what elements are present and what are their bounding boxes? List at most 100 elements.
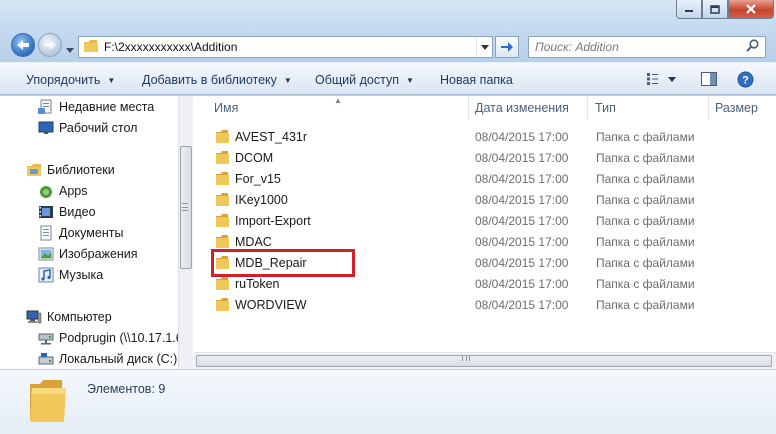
scrollbar-grip	[182, 203, 188, 211]
chevron-down-icon: ▼	[283, 75, 292, 85]
new-folder-button[interactable]: Новая папка	[440, 73, 513, 87]
table-row[interactable]: Import-Export 08/04/2015 17:00 Папка с ф…	[194, 211, 776, 232]
file-type: Папка с файлами	[596, 214, 695, 228]
nav-item-video[interactable]: Видео	[38, 202, 96, 222]
address-dropdown-button[interactable]	[476, 37, 492, 57]
chevron-down-icon: ▼	[405, 75, 414, 85]
table-row[interactable]: WORDVIEW 08/04/2015 17:00 Папка с файлам…	[194, 295, 776, 316]
chevron-down-icon: ▼	[107, 75, 116, 85]
nav-item-computer[interactable]: Компьютер	[26, 307, 112, 327]
table-row[interactable]: For_v15 08/04/2015 17:00 Папка с файлами	[194, 169, 776, 190]
nav-label: Документы	[59, 226, 124, 240]
organize-menu[interactable]: Упорядочить ▼	[26, 73, 115, 87]
preview-pane-button[interactable]	[699, 70, 719, 88]
scrollbar-thumb[interactable]	[196, 355, 772, 367]
table-row[interactable]: AVEST_431r 08/04/2015 17:00 Папка с файл…	[194, 127, 776, 148]
command-bar: Упорядочить ▼ Добавить в библиотеку ▼ Общи…	[0, 62, 776, 95]
address-path[interactable]: F:\2xxxxxxxxxxx\Addition	[104, 40, 237, 54]
add-to-library-menu[interactable]: Добавить в библиотеку ▼	[142, 73, 292, 87]
nav-label: Библиотеки	[47, 163, 115, 177]
view-list-icon	[647, 73, 658, 85]
folder-icon	[216, 151, 230, 168]
file-date: 08/04/2015 17:00	[475, 151, 569, 165]
file-type: Папка с файлами	[596, 256, 695, 270]
preview-pane-icon	[701, 72, 717, 86]
navigation-row: F:\2xxxxxxxxxxx\Addition	[0, 28, 776, 62]
address-bar[interactable]: F:\2xxxxxxxxxxx\Addition	[78, 36, 493, 58]
scrollbar-grip	[462, 356, 470, 361]
help-button[interactable]: ?	[735, 70, 755, 88]
nav-label: Недавние места	[59, 100, 155, 114]
nav-label: Видео	[59, 205, 96, 219]
nav-label: Компьютер	[47, 310, 112, 324]
video-icon	[38, 204, 54, 220]
file-date: 08/04/2015 17:00	[475, 172, 569, 186]
table-row[interactable]: DCOM 08/04/2015 17:00 Папка с файлами	[194, 148, 776, 169]
nav-label: Изображения	[59, 247, 138, 261]
nav-label: Podprugin (\\10.17.1.6	[59, 331, 178, 345]
sort-ascending-icon: ▲	[334, 96, 342, 105]
maximize-button[interactable]	[702, 0, 728, 19]
nav-item-documents[interactable]: Документы	[38, 223, 123, 243]
recent-pages-dropdown[interactable]	[66, 42, 74, 56]
back-button[interactable]	[11, 33, 35, 57]
libraries-icon	[26, 162, 42, 178]
folder-icon	[216, 214, 230, 231]
column-date-label: Дата изменения	[475, 101, 569, 115]
horizontal-scrollbar[interactable]	[194, 352, 776, 369]
column-divider[interactable]	[468, 96, 469, 120]
column-header-type[interactable]: Тип	[595, 96, 616, 120]
file-date: 08/04/2015 17:00	[475, 256, 569, 270]
view-options-dropdown[interactable]	[666, 70, 678, 88]
file-type: Папка с файлами	[596, 172, 695, 186]
table-row[interactable]: ruToken 08/04/2015 17:00 Папка с файлами	[194, 274, 776, 295]
navigation-scrollbar[interactable]	[178, 96, 193, 369]
main-area: Недавние места Рабочий стол Библиотеки A…	[0, 96, 776, 369]
organize-label: Упорядочить	[26, 73, 101, 87]
search-input[interactable]	[529, 40, 739, 54]
column-header-name[interactable]: Имя	[214, 96, 238, 120]
nav-item-network-drive[interactable]: Podprugin (\\10.17.1.6	[38, 328, 178, 348]
nav-item-apps[interactable]: Apps	[38, 181, 88, 201]
nav-label: Apps	[59, 184, 88, 198]
music-icon	[38, 267, 54, 283]
column-header-date[interactable]: Дата изменения	[475, 96, 569, 120]
nav-item-desktop[interactable]: Рабочий стол	[38, 118, 137, 138]
window-controls	[676, 0, 774, 20]
view-options-button[interactable]	[645, 70, 665, 88]
nav-item-music[interactable]: Музыка	[38, 265, 103, 285]
close-icon	[746, 4, 756, 14]
search-box[interactable]	[528, 36, 766, 58]
file-date: 08/04/2015 17:00	[475, 298, 569, 312]
nav-item-libraries[interactable]: Библиотеки	[26, 160, 115, 180]
file-date: 08/04/2015 17:00	[475, 214, 569, 228]
refresh-button[interactable]	[495, 36, 519, 58]
item-count: Элементов: 9	[87, 382, 166, 396]
forward-button[interactable]	[38, 33, 62, 57]
folder-icon	[216, 277, 230, 294]
column-header-size[interactable]: Размер	[715, 96, 758, 120]
add-to-library-label: Добавить в библиотеку	[142, 73, 277, 87]
close-button[interactable]	[728, 0, 774, 19]
maximize-icon	[710, 4, 720, 14]
column-divider[interactable]	[708, 96, 709, 120]
back-arrow-icon	[17, 40, 29, 50]
file-type: Папка с файлами	[596, 298, 695, 312]
table-row[interactable]: IKey1000 08/04/2015 17:00 Папка с файлам…	[194, 190, 776, 211]
chevron-down-icon	[668, 76, 676, 82]
nav-item-recent-places[interactable]: Недавние места	[38, 97, 154, 117]
search-icon[interactable]	[746, 39, 759, 55]
documents-icon	[38, 225, 54, 241]
column-divider[interactable]	[587, 96, 588, 120]
folder-icon	[216, 298, 230, 315]
nav-item-pictures[interactable]: Изображения	[38, 244, 138, 264]
nav-item-local-disk[interactable]: Локальный диск (C:)	[38, 349, 177, 369]
details-pane: Элементов: 9	[0, 369, 776, 434]
minimize-button[interactable]	[676, 0, 702, 19]
highlight-box	[211, 249, 355, 277]
file-name: Import-Export	[235, 214, 311, 228]
file-type: Папка с файлами	[596, 193, 695, 207]
file-name: IKey1000	[235, 193, 288, 207]
file-name: DCOM	[235, 151, 274, 165]
share-menu[interactable]: Общий доступ ▼	[315, 73, 414, 87]
